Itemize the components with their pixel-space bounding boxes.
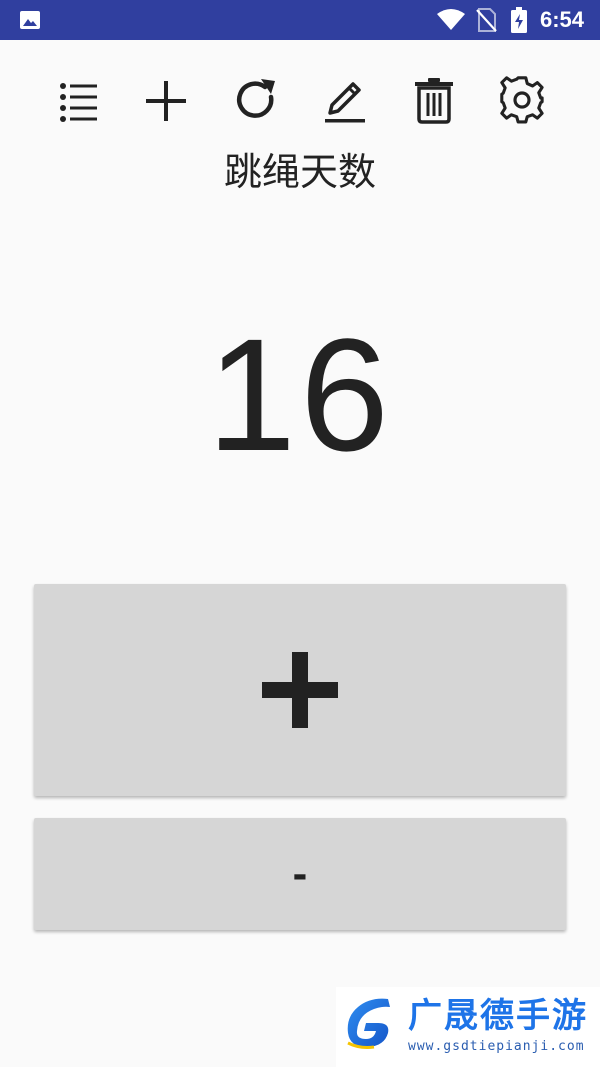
decrement-button[interactable]: - xyxy=(34,818,566,930)
page-title: 跳绳天数 xyxy=(223,150,376,194)
edit-icon xyxy=(325,82,365,123)
add-icon xyxy=(146,81,186,121)
increment-button[interactable]: + xyxy=(34,584,566,796)
edit-button[interactable] xyxy=(314,70,374,130)
status-bar: 6:54 xyxy=(0,0,600,40)
toolbar xyxy=(0,70,600,130)
gallery-icon xyxy=(20,11,40,29)
refresh-button[interactable] xyxy=(226,70,286,130)
settings-button[interactable] xyxy=(492,70,552,130)
delete-button[interactable] xyxy=(404,70,464,130)
delete-icon xyxy=(415,78,453,124)
menu-list-button[interactable] xyxy=(48,70,108,130)
watermark-url: www.gsdtiepianji.com xyxy=(408,1039,585,1054)
battery-charging-icon xyxy=(511,7,527,33)
add-counter-button[interactable] xyxy=(136,70,196,130)
status-time: 6:54 xyxy=(540,7,585,32)
refresh-icon xyxy=(236,79,275,118)
plus-icon xyxy=(262,652,338,728)
watermark: 广晟德手游 www.gsdtiepianji.com xyxy=(336,987,600,1067)
no-sim-icon xyxy=(476,8,497,32)
decrement-button-label: - xyxy=(292,849,308,898)
settings-icon xyxy=(500,76,544,124)
watermark-text: 广晟德手游 xyxy=(408,996,588,1036)
day-counter: 16 xyxy=(207,305,393,484)
list-icon xyxy=(60,83,97,122)
watermark-logo-icon xyxy=(347,998,390,1049)
wifi-icon xyxy=(437,9,465,30)
